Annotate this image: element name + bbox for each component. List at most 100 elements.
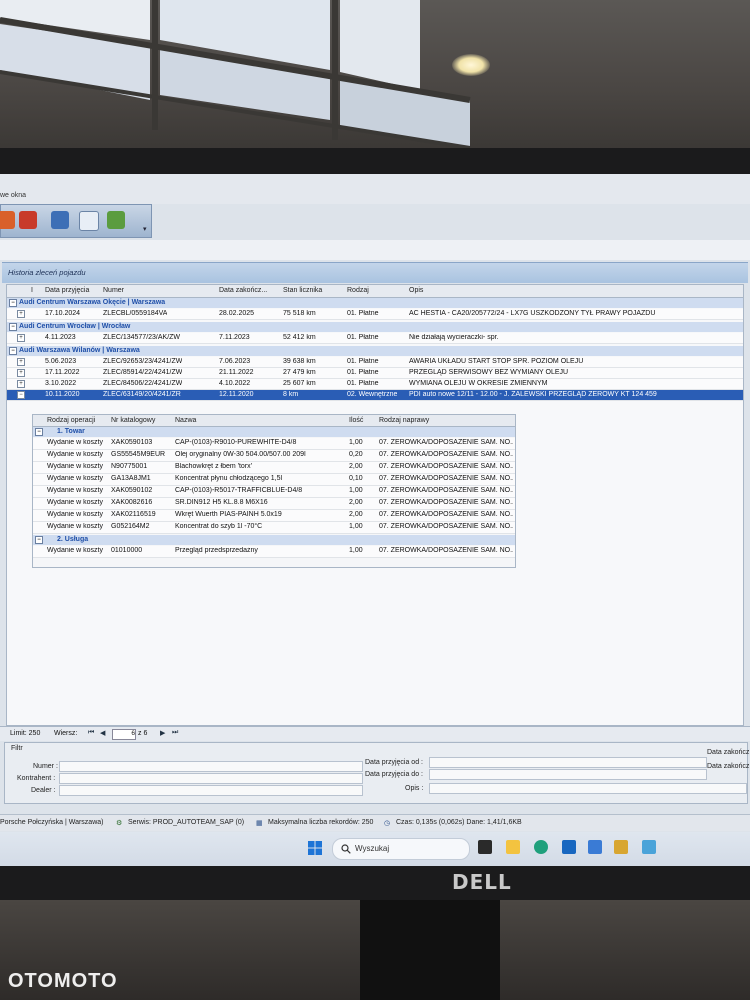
cell-type: 01. Płatne xyxy=(347,334,379,341)
subgrid-row[interactable]: Wydanie w koszty XAK02116519 Wkręt Wuerth … xyxy=(33,510,515,522)
cell-end: 7.06.2023 xyxy=(219,358,251,365)
menu-item-windows[interactable]: we okna xyxy=(0,192,26,199)
group-header[interactable]: − Audi Warszawa Wilanów | Warszawa xyxy=(7,346,743,356)
kontrahent-field[interactable] xyxy=(59,773,363,784)
subgroup-title: 1. Towar xyxy=(57,428,85,435)
cell-name: SR.DIN912 H5 KL.8.8 M6X16 xyxy=(175,499,268,506)
collapse-icon[interactable]: − xyxy=(9,323,17,331)
col-name[interactable]: Nazwa xyxy=(175,417,196,424)
documents-icon[interactable] xyxy=(79,211,99,231)
collapse-icon[interactable]: − xyxy=(35,536,43,544)
table-row-selected[interactable]: − 10.11.2020 ZLEC/63149/20/4241/ZR 12.11… xyxy=(7,390,743,401)
expand-icon[interactable]: + xyxy=(17,334,25,342)
cell-km: 8 km xyxy=(283,391,299,398)
expand-icon[interactable]: + xyxy=(17,358,25,366)
subgrid-row[interactable]: Wydanie w koszty GS55545M9EUR Olej orygina… xyxy=(33,450,515,462)
cell-date: 4.11.2023 xyxy=(45,334,76,341)
cell-cat: GS55545M9EUR xyxy=(111,451,166,458)
table-row[interactable]: + 3.10.2022 ZLEC/84506/22/4241/ZW 4.10.2… xyxy=(7,379,743,390)
col-desc[interactable]: Opis xyxy=(409,287,423,294)
vehicle-icon[interactable] xyxy=(19,211,37,229)
app-icon[interactable] xyxy=(588,840,602,854)
calculator-icon[interactable] xyxy=(51,211,69,229)
col-mileage[interactable]: Stan licznika xyxy=(283,287,322,294)
col-catalog[interactable]: Nr katalogowy xyxy=(111,417,155,424)
dealer-field[interactable] xyxy=(59,785,363,796)
subgrid-row[interactable]: Wydanie w koszty XAK0082616 SR.DIN912 H5 K… xyxy=(33,498,515,510)
cell-name: Przegląd przedsprzedażny xyxy=(175,547,258,554)
col-end-date[interactable]: Data zakończ... xyxy=(219,287,267,294)
subgrid-row[interactable]: Wydanie w koszty N90775001 Blachowkręt z ł… xyxy=(33,462,515,474)
collapse-icon[interactable]: − xyxy=(9,347,17,355)
cell-name: CAP-(0103)-R9010-PUREWHITE-D4/8 xyxy=(175,439,297,446)
collapse-icon[interactable]: − xyxy=(17,391,25,399)
next-page-icon[interactable]: ▶ xyxy=(160,729,165,737)
date-to-field[interactable] xyxy=(429,769,707,780)
prev-page-icon[interactable]: ◀ xyxy=(100,729,105,737)
edge-icon[interactable] xyxy=(534,840,548,854)
subgroup-header[interactable]: − 1. Towar xyxy=(33,427,515,437)
cell-repair: 07. ZEROWKA/DOPOSAZENIE SAM. NO... xyxy=(379,487,513,494)
cell-cat: XAK0082616 xyxy=(111,499,153,506)
cell-op: Wydanie w koszty xyxy=(47,499,103,506)
cell-repair: 07. ZEROWKA/DOPOSAZENIE SAM. NO... xyxy=(379,463,513,470)
taskbar-search[interactable]: Wyszukaj xyxy=(332,838,470,860)
expand-icon[interactable]: + xyxy=(17,310,25,318)
opis-field[interactable] xyxy=(429,783,747,794)
table-row[interactable]: + 4.11.2023 ZLEC/134577/23/AK/ZW 7.11.20… xyxy=(7,333,743,344)
collapse-icon[interactable]: − xyxy=(9,299,17,307)
truck-app-icon[interactable] xyxy=(614,840,628,854)
otomoto-watermark: OTOMOTO xyxy=(8,970,118,992)
user-icon[interactable] xyxy=(107,211,125,229)
subgrid-row[interactable]: Wydanie w koszty 01010000 Przegląd przedsp… xyxy=(33,546,515,558)
last-page-icon[interactable]: ⏭ xyxy=(172,729,178,737)
cell-km: 25 607 km xyxy=(283,380,316,387)
col-type[interactable]: Rodzaj xyxy=(347,287,369,294)
col-date[interactable]: Data przyjęcia xyxy=(45,287,89,294)
expand-icon[interactable]: + xyxy=(17,380,25,388)
kontrahent-label: Kontrahent : xyxy=(17,775,56,782)
cell-repair: 07. ZEROWKA/DOPOSAZENIE SAM. NO... xyxy=(379,475,513,482)
col-repair[interactable]: Rodzaj naprawy xyxy=(379,417,429,424)
panel-title: Historia zleceń pojazdu xyxy=(8,268,86,277)
numer-field[interactable] xyxy=(59,761,363,772)
col-number[interactable]: Numer xyxy=(103,287,124,294)
outlook-icon[interactable] xyxy=(562,840,576,854)
cell-name: Olej oryginalny 0W-30 504.00/507.00 209l xyxy=(175,451,306,458)
cell-date: 5.06.2023 xyxy=(45,358,77,365)
cell-op: Wydanie w koszty xyxy=(47,439,103,446)
cell-km: 52 412 km xyxy=(283,334,316,341)
cell-cat: 01010000 xyxy=(111,547,143,554)
group-header[interactable]: − Audi Centrum Warszawa Okęcie | Warszaw… xyxy=(7,298,743,308)
subgrid-row[interactable]: Wydanie w koszty G052164M2 Koncentrat do s… xyxy=(33,522,515,534)
subgrid-row[interactable]: Wydanie w koszty XAK0590102 CAP-(0103)-R50… xyxy=(33,486,515,498)
task-view-icon[interactable] xyxy=(478,840,492,854)
first-page-icon[interactable]: ⏮ xyxy=(88,729,94,737)
table-row[interactable]: + 17.11.2022 ZLEC/85914/22/4241/ZW 21.11… xyxy=(7,368,743,379)
collapse-icon[interactable]: − xyxy=(35,428,43,436)
col-operation[interactable]: Rodzaj operacji xyxy=(47,417,95,424)
cell-qty: 2,00 xyxy=(349,511,363,518)
group-title: Audi Centrum Wrocław | Wrocław xyxy=(19,323,131,330)
date-from-field[interactable] xyxy=(429,757,707,768)
row-label: Wiersz: xyxy=(54,730,78,737)
file-explorer-icon[interactable] xyxy=(506,840,520,854)
windows-start-icon[interactable] xyxy=(308,841,322,855)
monitor-stand xyxy=(360,900,500,1000)
table-row[interactable]: + 5.06.2023 ZLEC/92653/23/4241/ZW 7.06.2… xyxy=(7,357,743,368)
car-icon[interactable] xyxy=(0,211,15,229)
cell-qty: 0,20 xyxy=(349,451,363,458)
subgrid-row[interactable]: Wydanie w koszty XAK0590103 CAP-(0103)-R90… xyxy=(33,438,515,450)
col-qty[interactable]: Ilość xyxy=(349,417,363,424)
subgrid-row[interactable]: Wydanie w koszty GA13A8JM1 Koncentrat płyn… xyxy=(33,474,515,486)
group-header[interactable]: − Audi Centrum Wrocław | Wrocław xyxy=(7,322,743,332)
col-flag[interactable]: I xyxy=(31,287,33,294)
toolbar-overflow-icon[interactable]: ▾ xyxy=(143,225,147,233)
table-row[interactable]: + 17.10.2024 ZLECBL/0559184VA 28.02.2025… xyxy=(7,309,743,320)
expand-icon[interactable]: + xyxy=(17,369,25,377)
cell-repair: 07. ZEROWKA/DOPOSAZENIE SAM. NO... xyxy=(379,511,513,518)
notepad-icon[interactable] xyxy=(642,840,656,854)
subgroup-header[interactable]: − 2. Usługa xyxy=(33,535,515,545)
page-input[interactable]: 6 xyxy=(112,729,136,740)
cell-km: 27 479 km xyxy=(283,369,316,376)
